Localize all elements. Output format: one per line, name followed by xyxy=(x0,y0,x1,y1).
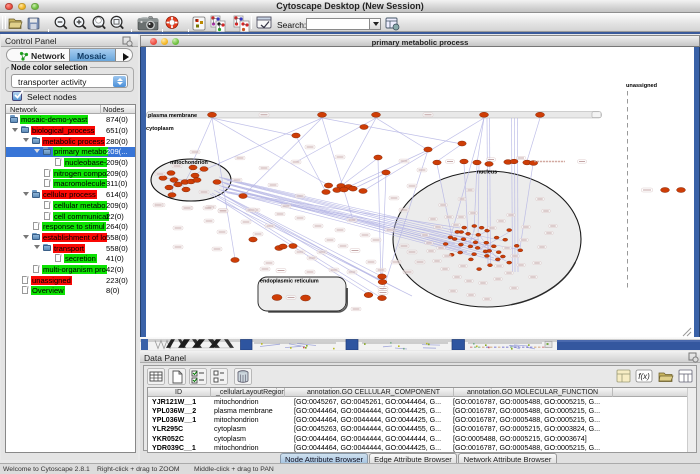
svg-text:plasma membrane: plasma membrane xyxy=(148,113,197,119)
svg-text:cytoplasm: cytoplasm xyxy=(146,126,174,132)
svg-text:f(x): f(x) xyxy=(638,372,650,381)
svg-text:endoplasmic reticulum: endoplasmic reticulum xyxy=(260,279,319,285)
svg-text:unassigned: unassigned xyxy=(626,83,658,89)
svg-text:nucleus: nucleus xyxy=(477,170,497,176)
